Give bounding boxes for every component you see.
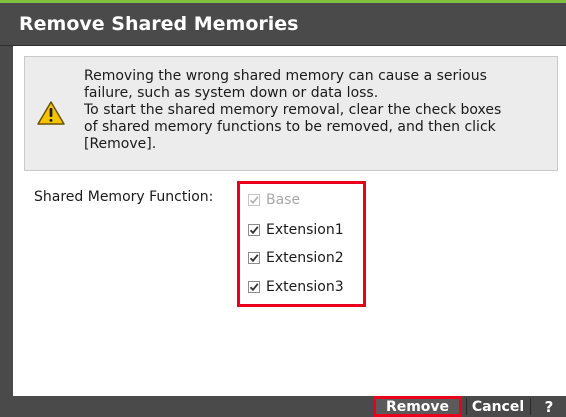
checkbox-box[interactable] [248,252,260,264]
remove-button[interactable]: Remove [373,396,462,417]
footer-divider [466,398,467,415]
warning-line: failure, such as system down or data los… [84,85,379,101]
warning-line: [Remove]. [84,136,157,152]
checkbox-box [248,194,260,206]
checkbox-extension3[interactable]: Extension3 [248,277,344,297]
checkbox-box[interactable] [248,224,260,236]
checkbox-label[interactable]: Extension3 [266,279,344,295]
warning-line: of shared memory functions to be removed… [84,119,496,135]
shared-memory-function-label: Shared Memory Function: [34,189,214,205]
warning-icon [37,101,65,125]
warning-box: Removing the wrong shared memory can cau… [24,56,558,171]
warning-line: To start the shared memory removal, clea… [84,102,502,118]
dialog-frame-left [0,46,13,396]
checkbox-base: Base [248,190,300,210]
dialog-titlebar: Remove Shared Memories [0,3,566,46]
warning-message: Removing the wrong shared memory can cau… [84,68,554,153]
cancel-button[interactable]: Cancel [470,396,526,417]
checkbox-box[interactable] [248,281,260,293]
help-button[interactable]: ? [534,396,564,417]
warning-line: Removing the wrong shared memory can cau… [84,68,487,84]
checkbox-extension2[interactable]: Extension2 [248,248,344,268]
checkbox-label: Base [266,192,301,208]
checkbox-label[interactable]: Extension1 [266,222,344,238]
dialog-title: Remove Shared Memories [19,13,299,35]
footer-divider [530,398,531,415]
checkbox-label[interactable]: Extension2 [266,250,344,266]
checkbox-extension1[interactable]: Extension1 [248,220,344,240]
